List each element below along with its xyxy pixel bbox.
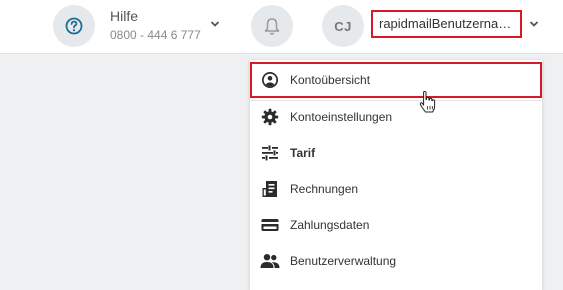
menu-item-kontouebersicht[interactable]: Kontoübersicht [250,62,542,98]
users-icon [260,252,280,270]
bell-icon [264,17,280,35]
sliders-icon [260,144,280,162]
menu-item-tarif[interactable]: Tarif [250,135,542,171]
invoice-icon [260,180,280,198]
chevron-down-icon[interactable] [529,20,539,28]
menu-item-label: Kontoübersicht [290,73,371,87]
hand-pointer-icon [419,90,436,113]
menu-item-label: Benutzerverwaltung [290,254,397,268]
help-phone: 0800 - 444 6 777 [110,28,201,42]
top-bar: Hilfe 0800 - 444 6 777 CJ rapidmailBenut… [0,0,563,54]
username-button[interactable]: rapidmailBenutzerna… [371,10,522,38]
chevron-down-icon[interactable] [210,20,220,28]
credit-card-icon [260,216,280,234]
question-circle-icon [65,17,83,35]
avatar[interactable]: CJ [322,5,364,47]
menu-item-rechnungen[interactable]: Rechnungen [250,171,542,207]
notifications-button[interactable] [251,5,293,47]
account-dropdown-menu: Kontoübersicht Kontoeinstellungen Tarif … [250,60,542,290]
gear-icon [260,108,280,126]
account-circle-icon [260,71,280,89]
menu-item-kontoeinstellungen[interactable]: Kontoeinstellungen [250,99,542,135]
help-title[interactable]: Hilfe [110,8,138,24]
menu-item-label: Zahlungsdaten [290,218,370,232]
menu-item-zahlungsdaten[interactable]: Zahlungsdaten [250,207,542,243]
menu-item-benutzerverwaltung[interactable]: Benutzerverwaltung [250,243,542,279]
menu-item-label: Tarif [290,146,316,160]
menu-item-label: Rechnungen [290,182,359,196]
help-button[interactable] [53,5,95,47]
menu-item-label: Kontoeinstellungen [290,110,393,124]
